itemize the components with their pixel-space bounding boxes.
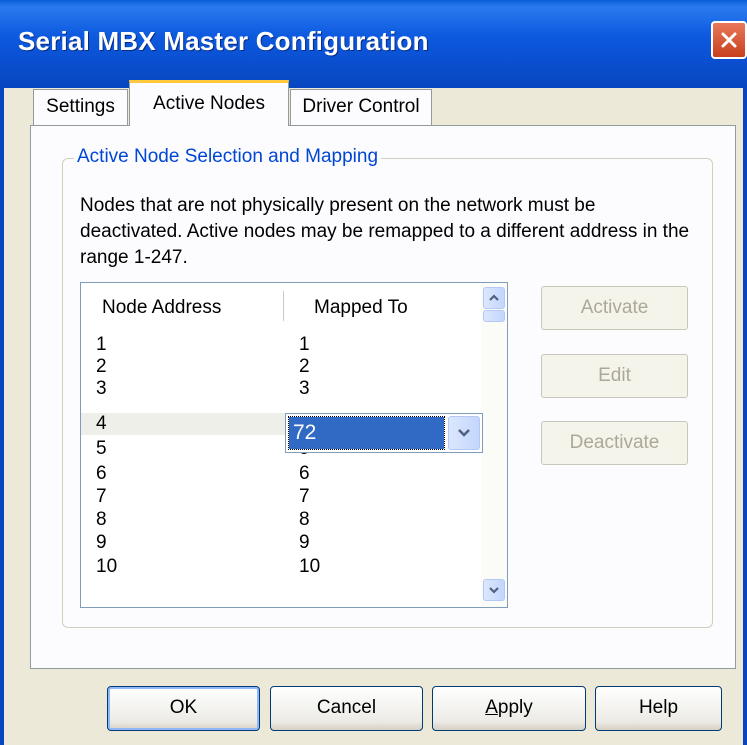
mapped-to-cell: 1 — [299, 334, 310, 355]
column-header-mapped-to[interactable]: Mapped To — [314, 297, 408, 319]
tab-settings[interactable]: Settings — [33, 89, 128, 125]
node-address-cell: 4 — [96, 413, 107, 434]
tab-driver-control[interactable]: Driver Control — [290, 89, 432, 125]
node-address-cell: 8 — [96, 509, 107, 530]
column-header-node-address[interactable]: Node Address — [102, 297, 221, 319]
mapped-to-cell: 10 — [299, 556, 321, 577]
close-button[interactable] — [711, 21, 747, 59]
ok-button[interactable]: OK — [107, 686, 260, 731]
mapped-to-combobox[interactable]: 72 — [285, 413, 483, 453]
tab-driver-control-label: Driver Control — [302, 96, 420, 117]
deactivate-button[interactable]: Deactivate — [541, 421, 688, 465]
apply-mnemonic: A — [485, 697, 498, 718]
scroll-thumb[interactable] — [483, 310, 505, 322]
scroll-up-button[interactable] — [483, 287, 505, 309]
apply-button[interactable]: Apply — [432, 686, 586, 731]
table-row[interactable]: 8 8 — [81, 509, 481, 531]
node-address-cell: 5 — [96, 438, 107, 459]
table-row[interactable]: 2 2 — [81, 356, 481, 378]
node-address-cell: 3 — [96, 378, 107, 399]
description-text: Nodes that are not physically present on… — [80, 195, 690, 268]
apply-label: pply — [497, 697, 533, 718]
node-address-cell: 10 — [96, 556, 118, 577]
chevron-down-icon — [489, 587, 499, 594]
table-row[interactable]: 3 3 — [81, 378, 481, 400]
tab-active-nodes-label: Active Nodes — [153, 93, 265, 114]
table-row[interactable]: 6 6 — [81, 463, 481, 485]
tab-settings-label: Settings — [46, 96, 115, 117]
vertical-scrollbar[interactable] — [481, 283, 507, 607]
cancel-button[interactable]: Cancel — [270, 686, 423, 731]
title-bar: Serial MBX Master Configuration — [0, 0, 747, 88]
mapped-to-cell: 7 — [299, 486, 310, 507]
help-button[interactable]: Help — [595, 686, 722, 731]
mapped-to-cell: 8 — [299, 509, 310, 530]
chevron-up-icon — [489, 294, 499, 301]
table-row[interactable]: 7 7 — [81, 486, 481, 508]
mapped-to-cell: 3 — [299, 378, 310, 399]
mapped-to-cell: 9 — [299, 532, 310, 553]
mapped-to-combobox-value[interactable]: 72 — [288, 416, 445, 450]
activate-button[interactable]: Activate — [541, 286, 688, 330]
node-address-cell: 7 — [96, 486, 107, 507]
node-address-cell: 9 — [96, 532, 107, 553]
close-icon — [721, 32, 737, 48]
list-header: Node Address Mapped To — [81, 283, 481, 335]
table-row[interactable]: 1 1 — [81, 334, 481, 356]
edit-button[interactable]: Edit — [541, 354, 688, 398]
chevron-down-icon — [458, 429, 470, 437]
window-frame-left — [0, 88, 4, 745]
column-separator[interactable] — [283, 291, 284, 321]
scroll-down-button[interactable] — [483, 579, 505, 601]
table-row[interactable]: 10 10 — [81, 556, 481, 578]
mapped-to-cell: 2 — [299, 356, 310, 377]
group-title: Active Node Selection and Mapping — [74, 146, 382, 168]
node-address-cell: 6 — [96, 463, 107, 484]
window-frame-right — [743, 88, 747, 745]
combobox-dropdown-button[interactable] — [448, 416, 480, 450]
node-address-cell: 2 — [96, 356, 107, 377]
mapped-to-cell: 6 — [299, 463, 310, 484]
table-row[interactable]: 9 9 — [81, 532, 481, 554]
tab-active-nodes[interactable]: Active Nodes — [129, 80, 289, 126]
window-title: Serial MBX Master Configuration — [18, 26, 429, 56]
node-address-cell: 1 — [96, 334, 107, 355]
